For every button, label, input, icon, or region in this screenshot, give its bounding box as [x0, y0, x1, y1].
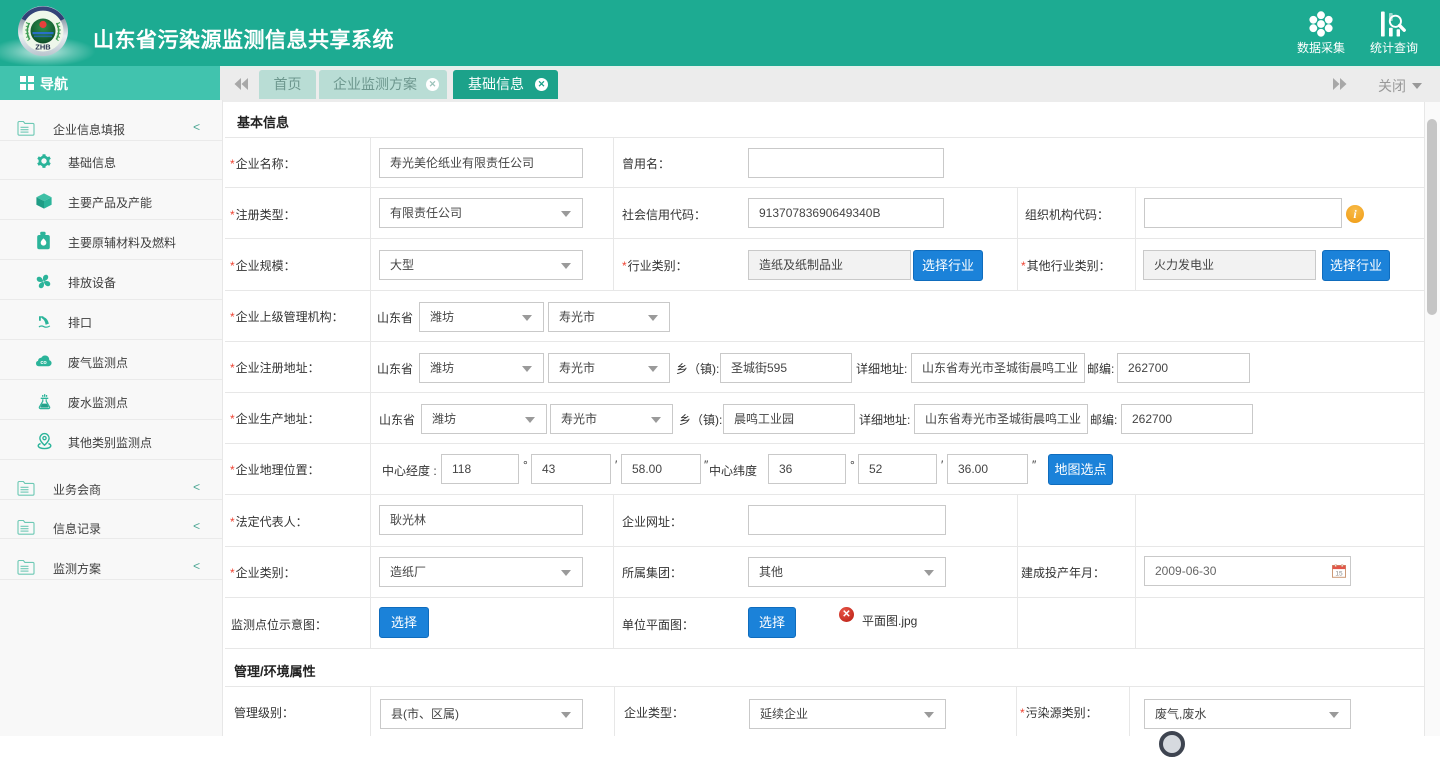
- svg-text:15: 15: [1335, 571, 1343, 578]
- svg-text:co: co: [40, 360, 47, 366]
- svg-text:ZHB: ZHB: [35, 43, 51, 52]
